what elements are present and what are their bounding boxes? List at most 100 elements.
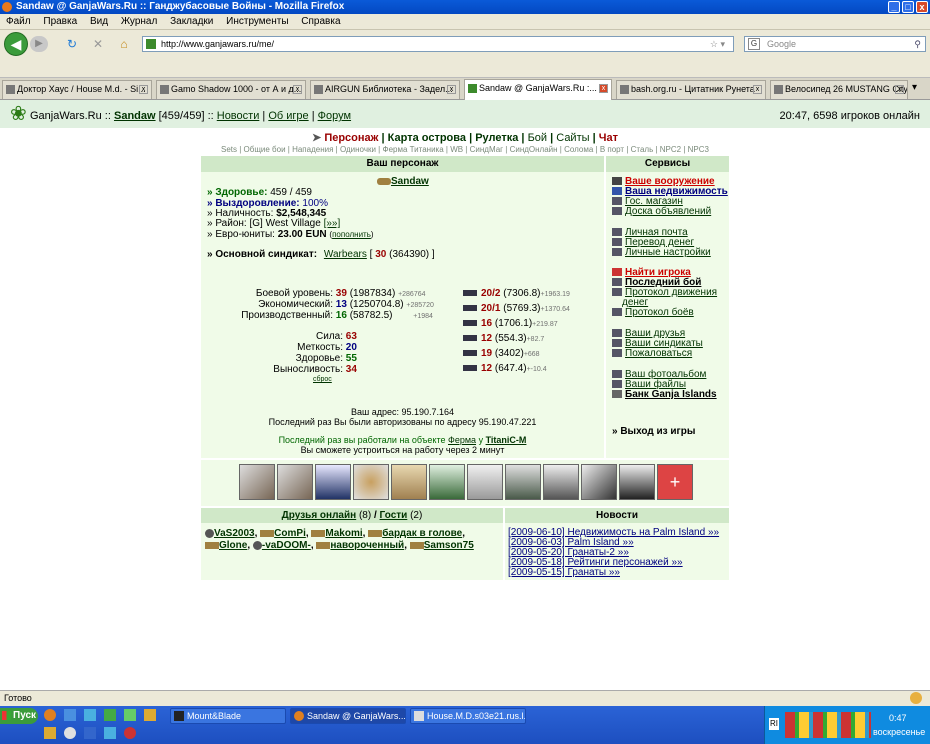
tab-bicycle[interactable]: Велосипед 26 MUSTANG City ... x <box>770 80 908 99</box>
friend-link[interactable]: Glone <box>219 540 247 551</box>
task-house[interactable]: House.M.D.s03e21.rus.l... <box>410 708 526 724</box>
icq-icon[interactable] <box>124 709 136 721</box>
forum-link[interactable]: Форум <box>318 110 351 122</box>
service-link[interactable]: Личные настройки <box>625 247 711 258</box>
tab-close-icon[interactable]: x <box>599 84 608 93</box>
search-icon[interactable]: ⚲ <box>914 37 921 51</box>
google-icon[interactable]: G <box>748 38 760 50</box>
nav-roulette[interactable]: Рулетка <box>475 132 518 144</box>
sub-nav[interactable]: Sets | Общие бои | Нападения | Одиночки … <box>0 145 930 154</box>
friend-link[interactable]: навороченный <box>330 540 404 551</box>
maximize-button[interactable]: □ <box>902 1 914 13</box>
news-link[interactable]: Новости <box>217 110 260 122</box>
service-fight-log[interactable]: Протокол боёв <box>612 307 694 318</box>
bookmark-star-icon[interactable]: ☆ ▾ <box>710 37 725 51</box>
friend-link[interactable]: -vaDOOM- <box>262 540 311 551</box>
forward-button[interactable]: ▶ <box>30 36 48 52</box>
minimize-button[interactable]: _ <box>888 1 900 13</box>
tab-close-icon[interactable]: x <box>447 85 456 94</box>
news-item[interactable]: [2009-05-15] Гранаты »» <box>508 567 620 578</box>
tray-icons[interactable] <box>785 712 871 738</box>
reset-link[interactable]: сброс <box>313 376 332 383</box>
menu-edit[interactable]: Правка <box>43 16 77 27</box>
tab-close-icon[interactable]: x <box>139 85 148 94</box>
app-icon[interactable] <box>124 727 136 739</box>
menu-bookmarks[interactable]: Закладки <box>170 16 213 27</box>
start-button[interactable]: Пуск <box>0 708 38 724</box>
app-icon[interactable] <box>44 727 56 739</box>
vest-item[interactable] <box>391 464 427 500</box>
skype-icon[interactable] <box>84 709 96 721</box>
close-button[interactable]: x <box>916 1 928 13</box>
nav-chat[interactable]: Чат <box>599 132 618 144</box>
stop-icon[interactable]: ✕ <box>90 36 106 52</box>
friends-online-link[interactable]: Друзья онлайн <box>282 510 357 521</box>
phone-item[interactable] <box>315 464 351 500</box>
pda-item[interactable] <box>543 464 579 500</box>
euro-topup-link[interactable]: пополнить <box>332 230 371 239</box>
helicopter-item[interactable] <box>505 464 541 500</box>
service-complain[interactable]: Пожаловаться <box>612 348 692 359</box>
task-firefox[interactable]: Sandaw @ GanjaWars... <box>290 708 406 724</box>
search-bar[interactable]: G Google ⚲ <box>744 36 926 52</box>
menu-history[interactable]: Журнал <box>121 16 158 27</box>
nav-persona[interactable]: Персонаж <box>324 132 378 144</box>
grenade-launcher-item[interactable] <box>239 464 275 500</box>
menu-file[interactable]: Файл <box>6 16 31 27</box>
guests-link[interactable]: Гости <box>380 510 408 521</box>
tab-house[interactable]: Доктор Хаус / House M.d. - Si... x <box>2 80 152 99</box>
service-link[interactable]: Пожаловаться <box>625 348 692 359</box>
tab-close-icon[interactable]: x <box>753 85 762 94</box>
tab-airgun[interactable]: AIRGUN Библиотека - Задел... x <box>310 80 460 99</box>
user-link[interactable]: Sandaw <box>114 110 156 122</box>
medkit-item[interactable]: + <box>657 464 693 500</box>
boots-item[interactable] <box>467 464 503 500</box>
service-link[interactable]: Протокол боёв <box>625 307 694 318</box>
reload-icon[interactable]: ↻ <box>64 36 80 52</box>
work-owner-link[interactable]: TitaniC-M <box>486 435 527 445</box>
friend-link[interactable]: VaS2003 <box>214 528 255 539</box>
app-icon[interactable] <box>104 727 116 739</box>
work-object-link[interactable]: Ферма <box>448 435 476 445</box>
friend-link[interactable]: Makomi <box>325 528 362 539</box>
app-icon[interactable] <box>104 709 116 721</box>
menu-tools[interactable]: Инструменты <box>226 16 288 27</box>
tab-gamo[interactable]: Gamo Shadow 1000 - от А и д... x <box>156 80 306 99</box>
character-name-link[interactable]: Sandaw <box>391 176 429 187</box>
service-link[interactable]: Доска объявлений <box>625 206 711 217</box>
district-more-link[interactable]: [»»] <box>324 218 341 229</box>
back-button[interactable]: ◀ <box>4 32 28 56</box>
service-settings[interactable]: Личные настройки <box>612 247 711 258</box>
app-icon[interactable] <box>64 727 76 739</box>
nav-sites[interactable]: Сайты <box>556 132 589 144</box>
nav-map[interactable]: Карта острова <box>388 132 466 144</box>
syndicate-link[interactable]: Warbears <box>324 249 367 260</box>
sensor-item[interactable] <box>581 464 617 500</box>
menu-help[interactable]: Справка <box>301 16 340 27</box>
service-bank[interactable]: Банк Ganja Islands <box>612 389 717 400</box>
tab-bash[interactable]: bash.org.ru - Цитатник Рунета x <box>616 80 766 99</box>
friend-link[interactable]: ComPi <box>274 528 306 539</box>
tab-close-icon[interactable]: x <box>895 85 904 94</box>
tab-ganjawars[interactable]: Sandaw @ GanjaWars.Ru :... x <box>464 79 612 100</box>
app-icon[interactable] <box>84 727 96 739</box>
url-bar[interactable]: http://www.ganjawars.ru/me/ ☆ ▾ <box>142 36 734 52</box>
service-link[interactable]: Банк Ganja Islands <box>625 389 717 400</box>
service-board[interactable]: Доска объявлений <box>612 206 711 217</box>
about-link[interactable]: Об игре <box>268 110 308 122</box>
ie-icon[interactable] <box>64 709 76 721</box>
tab-list-icon[interactable]: ▾ <box>912 82 917 93</box>
friend-link[interactable]: бардак в голове <box>382 528 462 539</box>
language-icon[interactable]: RI <box>769 718 779 730</box>
tab-close-icon[interactable]: x <box>293 85 302 94</box>
app-icon[interactable] <box>144 709 156 721</box>
exit-game-link[interactable]: » Выход из игры <box>612 426 695 437</box>
menu-view[interactable]: Вид <box>90 16 108 27</box>
grenade-launcher-item[interactable] <box>277 464 313 500</box>
helmet-item[interactable] <box>353 464 389 500</box>
home-icon[interactable]: ⌂ <box>116 36 132 52</box>
friend-link[interactable]: Samson75 <box>424 540 474 551</box>
nav-fight[interactable]: Бой <box>528 132 547 144</box>
binoculars-item[interactable] <box>619 464 655 500</box>
firefox-icon[interactable] <box>44 709 56 721</box>
